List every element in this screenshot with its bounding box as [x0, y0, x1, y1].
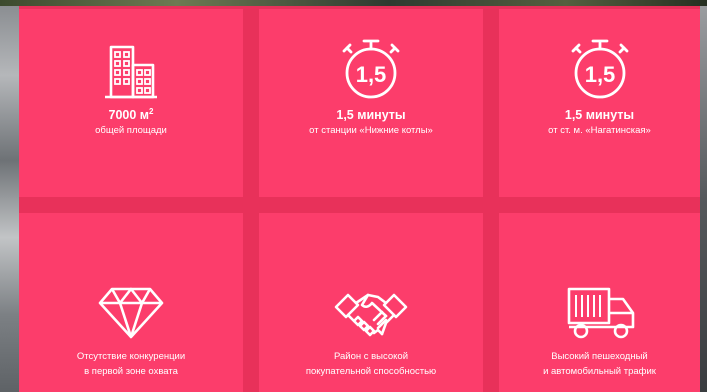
feature-text-line-1: Отсутствие конкуренции: [76, 351, 186, 362]
background-photo-strip: [0, 6, 19, 392]
stopwatch-icon: 1,5: [342, 39, 400, 99]
scrollbar[interactable]: [700, 6, 707, 392]
feature-title: 1,5 минуты: [336, 108, 406, 122]
truck-icon: [567, 287, 634, 339]
feature-title: 1,5 минуты: [564, 108, 635, 122]
stopwatch-icon: 1,5: [571, 39, 628, 99]
diamond-icon: [98, 287, 164, 339]
feature-subtitle: от станции «Нижние котлы»: [309, 125, 433, 136]
feature-subtitle: от ст. м. «Нагатинская»: [548, 125, 651, 136]
feature-tile-district: Район с высокой покупательной способност…: [259, 213, 483, 392]
feature-text-line-2: и автомобильный трафик: [543, 366, 656, 377]
feature-text-line-2: в первой зоне охвата: [84, 366, 178, 377]
feature-tile-area: 7000 м2 общей площади: [19, 9, 243, 197]
feature-tile-competition: Отсутствие конкуренции в первой зоне охв…: [19, 213, 243, 392]
feature-tile-station: 1,5 1,5 минуты от станции «Нижние котлы»: [259, 9, 483, 197]
stopwatch-label: 1,5: [584, 62, 615, 87]
feature-subtitle: общей площади: [95, 125, 167, 136]
feature-text-line-1: Район с высокой: [333, 351, 409, 362]
buildings-icon: [105, 45, 157, 99]
stopwatch-label: 1,5: [356, 62, 387, 87]
feature-text-line-2: покупательной способностью: [305, 366, 437, 377]
feature-tile-metro: 1,5 1,5 минуты от ст. м. «Нагатинская»: [499, 9, 700, 197]
handshake-icon: [334, 293, 408, 337]
feature-tile-traffic: Высокий пешеходный и автомобильный трафи…: [499, 213, 700, 392]
feature-text-line-1: Высокий пешеходный: [551, 351, 648, 362]
hero-photo-edge: [0, 0, 707, 6]
feature-title: 7000 м2: [108, 107, 154, 123]
